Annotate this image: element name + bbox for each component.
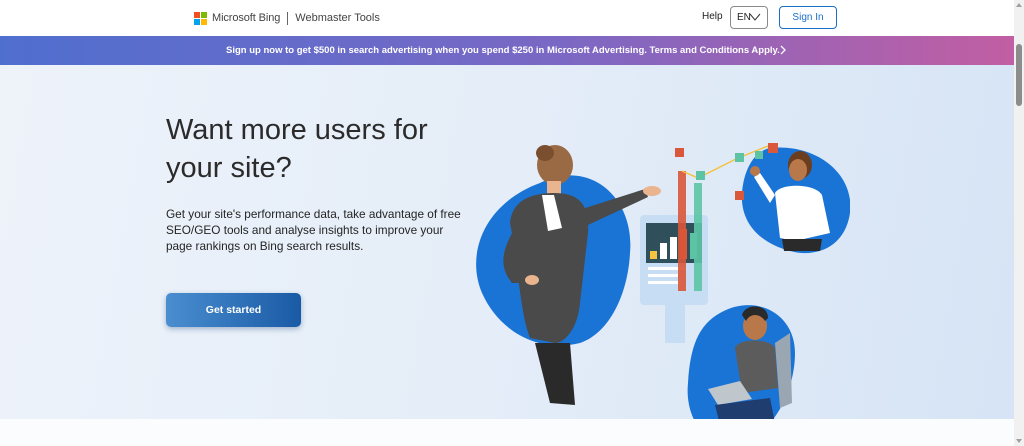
- get-started-button[interactable]: Get started: [166, 293, 301, 327]
- sign-in-button[interactable]: Sign In: [779, 6, 837, 29]
- hero-illustration: [476, 143, 850, 443]
- scrollbar-thumb[interactable]: [1016, 44, 1022, 106]
- promo-banner[interactable]: Sign up now to get $500 in search advert…: [0, 36, 1014, 65]
- chevron-right-icon[interactable]: [778, 44, 788, 56]
- promo-text[interactable]: Sign up now to get $500 in search advert…: [226, 45, 780, 56]
- product-name: Webmaster Tools: [295, 12, 380, 24]
- microsoft-logo-icon: [194, 11, 207, 25]
- brand-link[interactable]: Microsoft Bing Webmaster Tools: [194, 10, 380, 26]
- page-footer-area: [0, 419, 1014, 446]
- help-link[interactable]: Help: [702, 11, 723, 22]
- language-select[interactable]: EN: [730, 6, 768, 29]
- brand-divider: [287, 11, 289, 25]
- hero-section: Want more users for your site? Get your …: [0, 65, 1014, 443]
- scroll-down-arrow-icon[interactable]: [1015, 437, 1023, 445]
- scroll-up-arrow-icon[interactable]: [1015, 1, 1023, 9]
- hero-subtitle: Get your site's performance data, take a…: [166, 207, 461, 253]
- hero-title: Want more users for your site?: [166, 114, 428, 184]
- vertical-scrollbar[interactable]: [1014, 0, 1024, 446]
- top-header: Microsoft Bing Webmaster Tools Help EN S…: [0, 0, 1014, 36]
- chevron-down-icon: [749, 13, 761, 21]
- brand-name: Microsoft Bing: [212, 12, 281, 24]
